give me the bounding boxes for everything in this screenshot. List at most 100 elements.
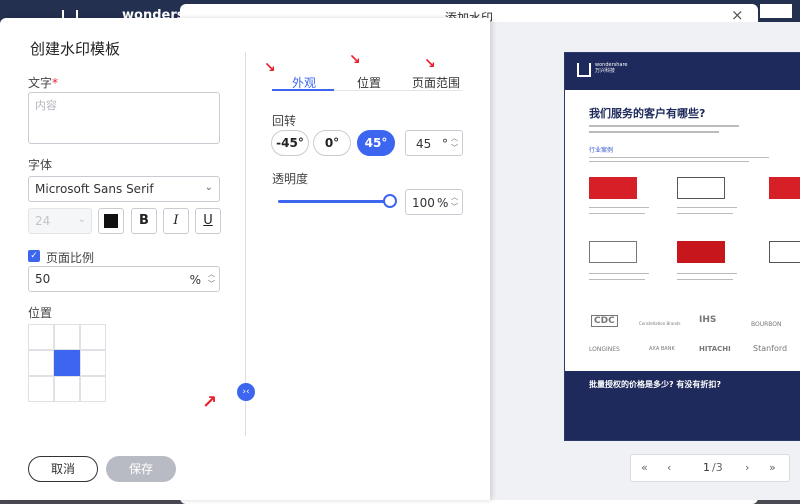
background-tab xyxy=(760,4,792,18)
page-ratio-unit: % xyxy=(189,273,201,287)
page-total: /3 xyxy=(712,461,723,474)
client-logo-text: AXA BANK xyxy=(649,346,675,352)
spinner-up-icon[interactable]: ︿ xyxy=(451,192,458,202)
rotation-unit: ° xyxy=(442,137,448,151)
client-logo-text: CDC xyxy=(591,315,618,327)
rotation-input[interactable]: 45 ° ︿ ﹀ xyxy=(405,130,463,156)
cancel-button[interactable]: 取消 xyxy=(28,456,98,482)
current-page[interactable]: 1 xyxy=(703,461,710,474)
client-logo xyxy=(677,241,725,263)
color-swatch xyxy=(104,214,118,228)
position-cell[interactable] xyxy=(28,376,54,402)
font-label: 字体 xyxy=(28,158,53,172)
font-select[interactable]: Microsoft Sans Serif ⌄ xyxy=(28,176,220,202)
opacity-slider-track[interactable] xyxy=(278,200,390,203)
preview-text-line xyxy=(589,213,645,214)
panel-title: 创建水印模板 xyxy=(30,40,121,58)
watermark-text-input[interactable]: 内容 xyxy=(28,92,220,144)
client-logo-text: BOURBON xyxy=(751,321,782,328)
rotate-0-button[interactable]: 0° xyxy=(313,130,351,156)
client-logo xyxy=(589,241,637,263)
position-cell[interactable] xyxy=(80,324,106,350)
preview-footer-title: 批量授权的价格是多少? 有没有折扣? xyxy=(589,380,722,389)
spinner-down-icon[interactable]: ﹀ xyxy=(451,202,458,212)
preview-heading: 我们服务的客户有哪些? xyxy=(589,107,706,120)
opacity-unit: % xyxy=(437,196,449,210)
page-ratio-input[interactable]: 50 % ︿ ﹀ xyxy=(28,266,220,292)
opacity-label: 透明度 xyxy=(272,172,309,186)
page-ratio-checkbox[interactable]: ✓ xyxy=(28,250,40,262)
preview-text-line xyxy=(589,161,749,162)
prev-page-icon[interactable]: ‹ xyxy=(667,461,671,474)
underline-button[interactable]: U xyxy=(195,208,221,234)
client-logo-text: Stanford xyxy=(753,344,788,353)
text-label: 文字* xyxy=(28,74,58,91)
font-select-value: Microsoft Sans Serif xyxy=(35,182,154,196)
required-mark: * xyxy=(52,76,59,90)
opacity-input[interactable]: 100 % ︿ ﹀ xyxy=(405,189,463,215)
chevron-down-icon: ⌄ xyxy=(204,182,213,193)
preview-text-line xyxy=(677,273,737,274)
position-cell[interactable] xyxy=(80,376,106,402)
position-cell[interactable] xyxy=(80,350,106,376)
font-size-value: 24 xyxy=(35,214,51,228)
bold-button[interactable]: B xyxy=(131,208,157,234)
preview-text-line xyxy=(589,157,769,158)
rotate-minus-45-button[interactable]: -45° xyxy=(271,130,309,156)
rotate-45-button[interactable]: 45° xyxy=(357,130,395,156)
preview-text-line xyxy=(589,273,649,274)
annotation-arrow-icon: ↘ xyxy=(424,56,436,72)
position-cell[interactable] xyxy=(54,376,80,402)
collapse-toggle-icon[interactable]: ›‹ xyxy=(237,383,255,401)
page-ratio-value: 50 xyxy=(35,272,51,286)
preview-page: wondershare 万兴科技 我们服务的客户有哪些? 行业案例 CDC Co… xyxy=(564,52,800,441)
tab-page-range[interactable]: 页面范围 xyxy=(412,74,460,91)
spinner-down-icon[interactable]: ﹀ xyxy=(208,279,215,289)
annotation-arrow-icon: ↗ xyxy=(202,392,218,413)
save-button[interactable]: 保存 xyxy=(106,456,176,482)
tab-position[interactable]: 位置 xyxy=(357,74,381,91)
preview-text-line xyxy=(677,213,733,214)
font-color-button[interactable] xyxy=(98,208,124,234)
next-page-icon[interactable]: › xyxy=(745,461,749,474)
chevron-down-icon: ⌄ xyxy=(77,214,86,225)
client-logo xyxy=(589,177,637,199)
last-page-icon[interactable]: » xyxy=(769,461,776,474)
italic-button[interactable]: I xyxy=(163,208,189,234)
client-logo-text: LONGINES xyxy=(589,346,620,353)
preview-brand: wondershare 万兴科技 xyxy=(595,62,627,74)
spinner-up-icon[interactable]: ︿ xyxy=(208,269,215,279)
position-cell[interactable] xyxy=(28,350,54,376)
preview-brand-sub: 万兴科技 xyxy=(595,68,616,74)
text-label-text: 文字 xyxy=(28,76,53,90)
page-navigator: « ‹ 1 /3 › » xyxy=(630,454,790,482)
preview-section-label: 行业案例 xyxy=(589,147,614,154)
preview-text-line xyxy=(677,279,733,280)
opacity-slider-thumb[interactable] xyxy=(383,194,397,208)
preview-text-line xyxy=(589,207,649,208)
first-page-icon[interactable]: « xyxy=(641,461,648,474)
tab-active-indicator xyxy=(272,89,334,91)
preview-text-line xyxy=(589,125,739,127)
position-cell[interactable] xyxy=(28,324,54,350)
preview-text-line xyxy=(677,207,737,208)
client-logo-text: HITACHI xyxy=(699,345,731,353)
client-logo-text: IHS xyxy=(699,315,717,325)
spinner-up-icon[interactable]: ︿ xyxy=(451,133,458,143)
preview-logo-icon xyxy=(577,63,591,77)
rotation-value: 45 xyxy=(416,137,432,151)
position-cell-selected[interactable] xyxy=(54,350,80,376)
position-label: 位置 xyxy=(28,306,53,320)
position-cell[interactable] xyxy=(54,324,80,350)
opacity-value: 100 xyxy=(412,196,435,210)
page-ratio-label: 页面比例 xyxy=(46,251,95,265)
spinner-down-icon[interactable]: ﹀ xyxy=(451,143,458,153)
font-size-select[interactable]: 24 ⌄ xyxy=(28,208,92,234)
annotation-arrow-icon: ↘ xyxy=(349,52,361,68)
rotation-label: 回转 xyxy=(272,114,297,128)
position-grid xyxy=(28,324,106,402)
client-logo xyxy=(769,177,800,199)
preview-text-line xyxy=(589,279,645,280)
client-logo-text: Constellation Brands xyxy=(639,321,681,326)
client-logo xyxy=(769,241,800,263)
